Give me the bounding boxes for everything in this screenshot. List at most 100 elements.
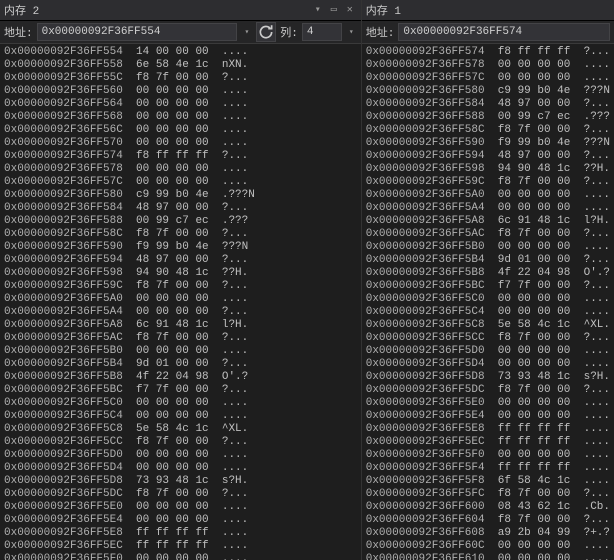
memory-row[interactable]: 0x00000092F36FF5B0 00 00 00 00 .... — [366, 241, 610, 254]
memory-row[interactable]: 0x00000092F36FF580 c9 99 b0 4e .???N — [4, 189, 357, 202]
memory-row[interactable]: 0x00000092F36FF5AC f8 7f 00 00 ?... — [366, 228, 610, 241]
memory-row[interactable]: 0x00000092F36FF57C 00 00 00 00 .... — [366, 72, 610, 85]
memory-row[interactable]: 0x00000092F36FF5B8 4f 22 04 98 O'.? — [4, 371, 357, 384]
memory-row[interactable]: 0x00000092F36FF590 f9 99 b0 4e ???N — [4, 241, 357, 254]
refresh-icon[interactable] — [256, 22, 276, 42]
memory-row[interactable]: 0x00000092F36FF608 a9 2b 04 99 ?+.? — [366, 527, 610, 540]
memory-row[interactable]: 0x00000092F36FF564 00 00 00 00 .... — [4, 98, 357, 111]
memory-row[interactable]: 0x00000092F36FF5C4 00 00 00 00 .... — [366, 306, 610, 319]
memory-row[interactable]: 0x00000092F36FF5E0 00 00 00 00 .... — [366, 397, 610, 410]
memory-row[interactable]: 0x00000092F36FF58C f8 7f 00 00 ?... — [4, 228, 357, 241]
memory-row[interactable]: 0x00000092F36FF5A4 00 00 00 00 ?... — [4, 306, 357, 319]
memory-row[interactable]: 0x00000092F36FF5F4 ff ff ff ff .... — [366, 462, 610, 475]
memory-row[interactable]: 0x00000092F36FF5F0 00 00 00 00 .... — [4, 553, 357, 560]
title-bar-2[interactable]: 内存 2 ▾ ▭ ✕ — [0, 0, 361, 21]
memory-row[interactable]: 0x00000092F36FF5E0 00 00 00 00 .... — [4, 501, 357, 514]
address-bar-2: 地址: ▾ 列: ▾ — [0, 21, 361, 44]
memory-row[interactable]: 0x00000092F36FF590 f9 99 b0 4e ???N — [366, 137, 610, 150]
chevron-down-icon[interactable]: ▾ — [346, 27, 357, 37]
memory-row[interactable]: 0x00000092F36FF60C 00 00 00 00 .... — [366, 540, 610, 553]
close-icon[interactable]: ✕ — [343, 3, 357, 17]
memory-row[interactable]: 0x00000092F36FF5D8 73 93 48 1c s?H. — [4, 475, 357, 488]
chevron-down-icon[interactable]: ▾ — [241, 27, 252, 37]
memory-row[interactable]: 0x00000092F36FF5A0 00 00 00 00 .... — [366, 189, 610, 202]
memory-row[interactable]: 0x00000092F36FF59C f8 7f 00 00 ?... — [366, 176, 610, 189]
memory-row[interactable]: 0x00000092F36FF574 f8 ff ff ff ?... — [4, 150, 357, 163]
pane-title-1: 内存 1 — [366, 2, 610, 18]
pane-title-2: 内存 2 — [4, 2, 311, 18]
memory-row[interactable]: 0x00000092F36FF578 00 00 00 00 .... — [366, 59, 610, 72]
memory-row[interactable]: 0x00000092F36FF5C8 5e 58 4c 1c ^XL. — [366, 319, 610, 332]
address-bar-1: 地址: — [362, 21, 614, 44]
columns-input-2[interactable] — [302, 23, 342, 41]
memory-row[interactable]: 0x00000092F36FF598 94 90 48 1c ??H. — [366, 163, 610, 176]
maximize-icon[interactable]: ▭ — [327, 3, 341, 17]
memory-row[interactable]: 0x00000092F36FF5EC ff ff ff ff .... — [4, 540, 357, 553]
memory-row[interactable]: 0x00000092F36FF5C4 00 00 00 00 .... — [4, 410, 357, 423]
memory-row[interactable]: 0x00000092F36FF584 48 97 00 00 ?... — [366, 98, 610, 111]
memory-row[interactable]: 0x00000092F36FF5D0 00 00 00 00 .... — [366, 345, 610, 358]
memory-row[interactable]: 0x00000092F36FF568 00 00 00 00 .... — [4, 111, 357, 124]
memory-row[interactable]: 0x00000092F36FF5B4 9d 01 00 00 ?... — [366, 254, 610, 267]
memory-row[interactable]: 0x00000092F36FF5B4 9d 01 00 00 ?... — [4, 358, 357, 371]
memory-row[interactable]: 0x00000092F36FF5BC f7 7f 00 00 ?... — [366, 280, 610, 293]
memory-row[interactable]: 0x00000092F36FF5E8 ff ff ff ff .... — [4, 527, 357, 540]
memory-row[interactable]: 0x00000092F36FF59C f8 7f 00 00 ?... — [4, 280, 357, 293]
memory-row[interactable]: 0x00000092F36FF5F8 6f 58 4c 1c .... — [366, 475, 610, 488]
memory-row[interactable]: 0x00000092F36FF5DC f8 7f 00 00 ?... — [4, 488, 357, 501]
memory-row[interactable]: 0x00000092F36FF588 00 99 c7 ec .??? — [4, 215, 357, 228]
dropdown-icon[interactable]: ▾ — [311, 3, 325, 17]
memory-row[interactable]: 0x00000092F36FF5CC f8 7f 00 00 ?... — [366, 332, 610, 345]
memory-row[interactable]: 0x00000092F36FF554 14 00 00 00 .... — [4, 46, 357, 59]
memory-row[interactable]: 0x00000092F36FF594 48 97 00 00 ?... — [4, 254, 357, 267]
memory-row[interactable]: 0x00000092F36FF574 f8 ff ff ff ?... — [366, 46, 610, 59]
memory-row[interactable]: 0x00000092F36FF56C 00 00 00 00 .... — [4, 124, 357, 137]
memory-row[interactable]: 0x00000092F36FF578 00 00 00 00 .... — [4, 163, 357, 176]
memory-row[interactable]: 0x00000092F36FF5D0 00 00 00 00 .... — [4, 449, 357, 462]
memory-row[interactable]: 0x00000092F36FF5B0 00 00 00 00 .... — [4, 345, 357, 358]
memory-row[interactable]: 0x00000092F36FF5A4 00 00 00 00 .... — [366, 202, 610, 215]
memory-row[interactable]: 0x00000092F36FF584 48 97 00 00 ?... — [4, 202, 357, 215]
memory-row[interactable]: 0x00000092F36FF5D8 73 93 48 1c s?H. — [366, 371, 610, 384]
memory-row[interactable]: 0x00000092F36FF5F0 00 00 00 00 .... — [366, 449, 610, 462]
memory-row[interactable]: 0x00000092F36FF600 08 43 62 1c .Cb. — [366, 501, 610, 514]
memory-row[interactable]: 0x00000092F36FF5BC f7 7f 00 00 ?... — [4, 384, 357, 397]
title-buttons-2: ▾ ▭ ✕ — [311, 3, 357, 17]
memory-row[interactable]: 0x00000092F36FF5C0 00 00 00 00 .... — [366, 293, 610, 306]
memory-row[interactable]: 0x00000092F36FF604 f8 7f 00 00 ?... — [366, 514, 610, 527]
memory-row[interactable]: 0x00000092F36FF594 48 97 00 00 ?... — [366, 150, 610, 163]
address-input-2[interactable] — [37, 23, 238, 41]
memory-row[interactable]: 0x00000092F36FF5A8 6c 91 48 1c l?H. — [366, 215, 610, 228]
memory-row[interactable]: 0x00000092F36FF5B8 4f 22 04 98 O'.? — [366, 267, 610, 280]
title-bar-1[interactable]: 内存 1 — [362, 0, 614, 21]
memory-row[interactable]: 0x00000092F36FF5EC ff ff ff ff .... — [366, 436, 610, 449]
memory-row[interactable]: 0x00000092F36FF5FC f8 7f 00 00 ?... — [366, 488, 610, 501]
memory-row[interactable]: 0x00000092F36FF57C 00 00 00 00 .... — [4, 176, 357, 189]
address-label-2: 地址: — [4, 24, 33, 40]
memory-row[interactable]: 0x00000092F36FF598 94 90 48 1c ??H. — [4, 267, 357, 280]
memory-row[interactable]: 0x00000092F36FF5C8 5e 58 4c 1c ^XL. — [4, 423, 357, 436]
memory-row[interactable]: 0x00000092F36FF5CC f8 7f 00 00 ?... — [4, 436, 357, 449]
memory-row[interactable]: 0x00000092F36FF55C f8 7f 00 00 ?... — [4, 72, 357, 85]
memory-row[interactable]: 0x00000092F36FF5A0 00 00 00 00 .... — [4, 293, 357, 306]
memory-row[interactable]: 0x00000092F36FF5E4 00 00 00 00 .... — [366, 410, 610, 423]
memory-row[interactable]: 0x00000092F36FF5A8 6c 91 48 1c l?H. — [4, 319, 357, 332]
memory-row[interactable]: 0x00000092F36FF588 00 99 c7 ec .??? — [366, 111, 610, 124]
memory-row[interactable]: 0x00000092F36FF58C f8 7f 00 00 ?... — [366, 124, 610, 137]
memory-row[interactable]: 0x00000092F36FF5D4 00 00 00 00 .... — [4, 462, 357, 475]
memory-row[interactable]: 0x00000092F36FF5D4 00 00 00 00 .... — [366, 358, 610, 371]
memory-pane-2: 内存 2 ▾ ▭ ✕ 地址: ▾ 列: ▾ 0x00000092F36FF554… — [0, 0, 362, 560]
memory-row[interactable]: 0x00000092F36FF580 c9 99 b0 4e ???N — [366, 85, 610, 98]
memory-row[interactable]: 0x00000092F36FF570 00 00 00 00 .... — [4, 137, 357, 150]
memory-row[interactable]: 0x00000092F36FF5C0 00 00 00 00 .... — [4, 397, 357, 410]
memory-grid-2[interactable]: 0x00000092F36FF554 14 00 00 00 ....0x000… — [0, 44, 361, 560]
address-input-1[interactable] — [398, 23, 610, 41]
memory-row[interactable]: 0x00000092F36FF560 00 00 00 00 .... — [4, 85, 357, 98]
memory-row[interactable]: 0x00000092F36FF558 6e 58 4e 1c nXN. — [4, 59, 357, 72]
memory-row[interactable]: 0x00000092F36FF610 00 00 00 00 .... — [366, 553, 610, 560]
memory-row[interactable]: 0x00000092F36FF5AC f8 7f 00 00 ?... — [4, 332, 357, 345]
memory-row[interactable]: 0x00000092F36FF5E4 00 00 00 00 .... — [4, 514, 357, 527]
memory-grid-1[interactable]: 0x00000092F36FF574 f8 ff ff ff ?...0x000… — [362, 44, 614, 560]
memory-row[interactable]: 0x00000092F36FF5E8 ff ff ff ff .... — [366, 423, 610, 436]
memory-row[interactable]: 0x00000092F36FF5DC f8 7f 00 00 ?... — [366, 384, 610, 397]
